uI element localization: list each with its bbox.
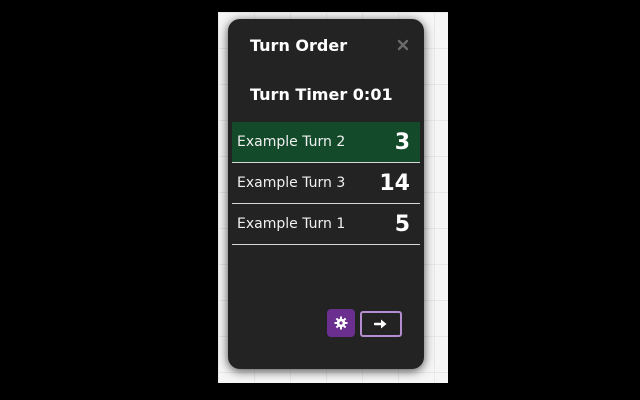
turn-list: Example Turn 2 3 Example Turn 3 14 Examp… (232, 122, 420, 245)
turn-row[interactable]: Example Turn 1 5 (232, 204, 420, 245)
turn-order-panel: Turn Order Turn Timer 0:01 Example Turn … (228, 19, 424, 369)
turn-initiative: 3 (394, 129, 410, 155)
turn-initiative: 5 (394, 211, 410, 237)
close-button[interactable] (396, 37, 410, 51)
turn-row-active[interactable]: Example Turn 2 3 (232, 122, 420, 163)
turn-timer: Turn Timer 0:01 (250, 85, 393, 104)
turn-name: Example Turn 1 (237, 216, 346, 232)
next-turn-button[interactable] (360, 311, 402, 337)
close-icon (397, 39, 409, 51)
turn-name: Example Turn 2 (237, 134, 346, 150)
settings-button[interactable] (327, 309, 355, 337)
turn-initiative: 14 (379, 170, 410, 196)
arrow-right-icon (374, 319, 387, 329)
turn-row[interactable]: Example Turn 3 14 (232, 163, 420, 204)
panel-title: Turn Order (250, 36, 348, 55)
gear-icon (334, 316, 348, 330)
turn-name: Example Turn 3 (237, 175, 346, 191)
